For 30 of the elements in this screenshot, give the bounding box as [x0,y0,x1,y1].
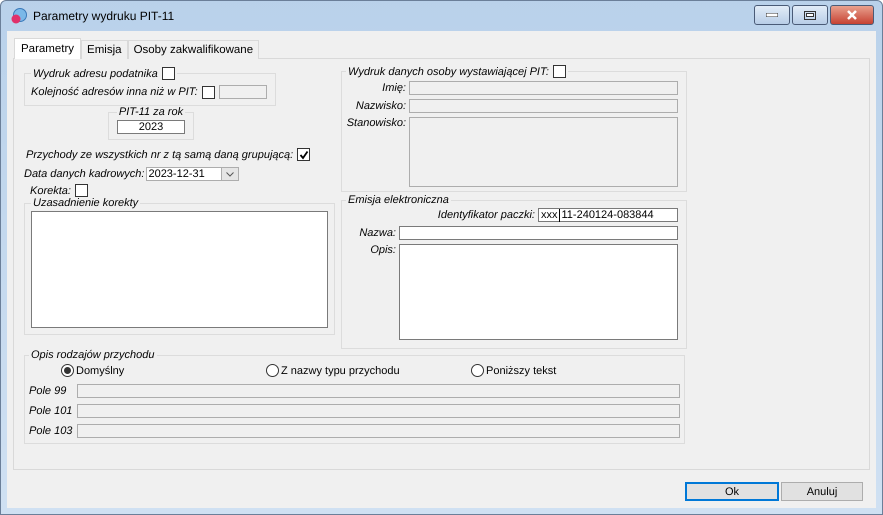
field-label: Korekta: [30,184,71,196]
group-title: PIT-11 za rok [118,106,184,118]
radio-option[interactable]: Z nazwy typu przychodu [266,364,471,377]
field-label: Pole 103 [29,425,74,437]
radio-option[interactable]: Poniższy tekst [471,364,680,377]
group-title: Opis rodzajów przychodu [31,349,155,361]
group-title: Wydruk adresu podatnika [33,68,158,80]
field-label: Kolejność adresów inna niż w PIT: [31,86,198,98]
field-label: Identyfikator paczki: [438,209,535,221]
radio-option[interactable]: Domyślny [61,364,266,377]
field-label: Nazwisko: [354,100,406,112]
field-label: Przychody ze wszystkich nr z tą samą daną grupującą: [26,148,294,160]
field-label: Data danych kadrowych: [24,168,144,180]
input-field[interactable]: xxx 11-240124-083844 [538,208,678,222]
ok-button[interactable]: Ok [685,482,779,501]
tab[interactable]: Parametry [14,38,82,59]
group-title: Emisja elektroniczna [348,194,449,206]
field-label: Pole 99 [29,385,68,397]
field-label: Pole 101 [29,405,74,417]
tab[interactable]: Osoby zakwalifikowane [128,40,260,59]
cancel-button[interactable]: Anuluj [781,482,863,501]
window-title: Parametry wydruku PIT-11 [33,9,174,23]
field-label: Stanowisko: [346,117,406,129]
field-label: Nazwa: [358,227,396,239]
group-title: Uzasadnienie korekty [33,197,138,209]
field-label: Opis: [369,244,396,256]
tab[interactable]: Emisja [81,40,128,59]
field-label: Imię: [381,82,406,94]
input-field[interactable]: 2023 [117,120,185,134]
group-title: Wydruk danych osoby wystawiającej PIT: [348,66,549,78]
